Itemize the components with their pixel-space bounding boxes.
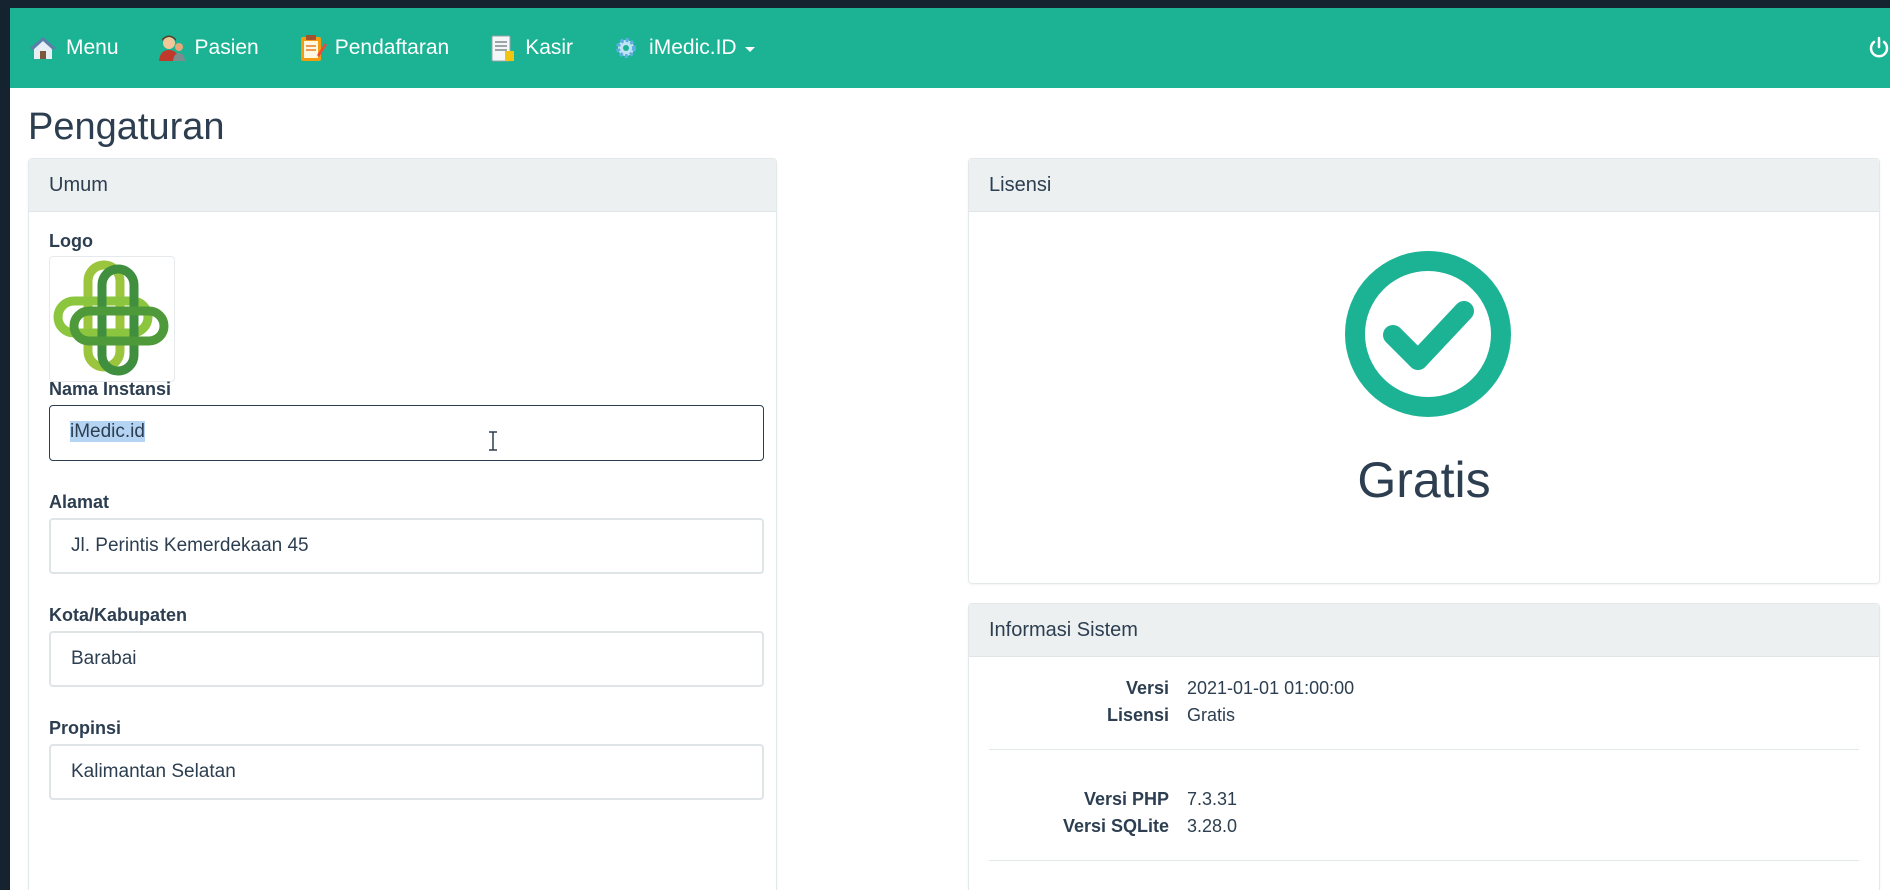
kota-field[interactable]: Barabai [49, 631, 764, 687]
divider [989, 860, 1859, 861]
nav-item-label: iMedic.ID [649, 36, 737, 59]
nav-item-menu[interactable]: Menu [28, 33, 119, 63]
propinsi-label: Propinsi [49, 718, 122, 738]
info-value-versi-php: 7.3.31 [1187, 789, 1238, 809]
house-icon [28, 33, 58, 63]
alamat-label: Alamat [49, 492, 110, 512]
info-key-versi-php: Versi PHP [1083, 789, 1169, 809]
info-value-versi: 2021-01-01 01:00:00 [1187, 678, 1355, 698]
license-status: Gratis [1357, 452, 1491, 508]
page-title: Pengaturan [28, 106, 225, 148]
nav-item-pendaftaran[interactable]: Pendaftaran [297, 33, 449, 63]
nav-item-imedic-dropdown[interactable]: iMedic.ID [611, 33, 755, 63]
panel-heading: Lisensi [969, 159, 1879, 212]
clipboard-icon [297, 33, 327, 63]
logo-image[interactable] [49, 256, 175, 382]
nav-item-pasien[interactable]: Pasien [157, 33, 259, 63]
nama-instansi-field[interactable]: iMedic.id [49, 405, 764, 461]
kota-label: Kota/Kabupaten [49, 605, 188, 625]
nav-item-label: Pendaftaran [334, 36, 450, 59]
gear-icon [611, 33, 641, 63]
info-value-lisensi: Gratis [1187, 705, 1236, 725]
patient-icon [157, 33, 187, 63]
check-circle-icon [1343, 249, 1513, 419]
nav-item-label: Menu [66, 36, 119, 59]
alamat-field[interactable]: Jl. Perintis Kemerdekaan 45 [49, 518, 764, 574]
info-value-versi-sqlite: 3.28.0 [1187, 816, 1238, 836]
chevron-down-icon [744, 47, 755, 52]
panel-informasi-sistem: Informasi Sistem Versi 2021-01-01 01:00:… [968, 603, 1880, 890]
info-key-versi-sqlite: Versi SQLite [1062, 816, 1169, 836]
panel-heading: Informasi Sistem [969, 604, 1879, 657]
logo-icon [53, 260, 169, 376]
panel-lisensi: Lisensi Gratis [968, 158, 1880, 584]
power-icon[interactable] [1868, 36, 1890, 60]
cashier-icon [487, 33, 517, 63]
propinsi-field[interactable]: Kalimantan Selatan [49, 744, 764, 800]
logo-label: Logo [49, 231, 93, 251]
panel-umum: Umum Logo Nama Instansi iMedic.id Alamat [28, 158, 777, 890]
info-key-versi: Versi [1125, 678, 1169, 698]
divider [989, 749, 1859, 750]
app-window: Menu Pasien Pendaftaran Kasir iMedic.ID … [10, 8, 1890, 890]
info-key-lisensi: Lisensi [1106, 705, 1169, 725]
nav-item-kasir[interactable]: Kasir [487, 33, 573, 63]
top-navbar: Menu Pasien Pendaftaran Kasir iMedic.ID [10, 8, 1890, 88]
nav-item-label: Pasien [194, 36, 259, 59]
panel-heading: Umum [29, 159, 776, 212]
nama-instansi-label: Nama Instansi [49, 379, 172, 399]
text-cursor-icon [488, 421, 498, 451]
nav-item-label: Kasir [525, 36, 574, 59]
nama-instansi-value: iMedic.id [70, 421, 145, 442]
